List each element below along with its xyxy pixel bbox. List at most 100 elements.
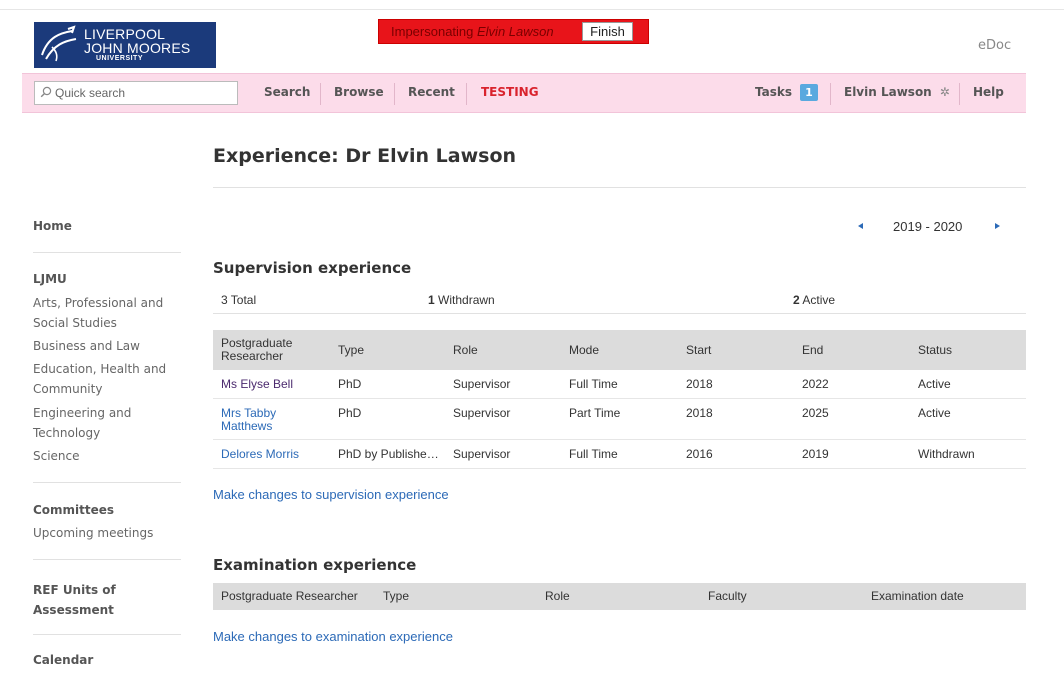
nav-help[interactable]: Help bbox=[973, 85, 1004, 99]
nav-divider bbox=[466, 83, 467, 105]
active-count: 2 bbox=[793, 293, 800, 307]
nav-divider bbox=[830, 83, 831, 105]
cell-mode: Part Time bbox=[569, 406, 621, 420]
column-header[interactable]: Type bbox=[338, 344, 364, 357]
university-logo[interactable]: LIVERPOOL JOHN MOORES UNIVERSITY bbox=[34, 22, 216, 68]
cell-mode: Full Time bbox=[569, 377, 618, 391]
sidebar-item-upcoming-meetings[interactable]: Upcoming meetings bbox=[33, 523, 183, 543]
cell-start: 2018 bbox=[686, 377, 713, 391]
finish-impersonation-button[interactable]: Finish bbox=[582, 22, 633, 41]
cell-type: PhD bbox=[338, 406, 362, 420]
table-row: Ms Elyse Bell PhD Supervisor Full Time 2… bbox=[213, 370, 1026, 399]
cell-end: 2022 bbox=[802, 377, 829, 391]
impersonation-text: Impersonating Elvin Lawson bbox=[391, 24, 554, 39]
nav-divider bbox=[394, 83, 395, 105]
search-icon bbox=[40, 86, 52, 98]
sidebar-item-science[interactable]: Science bbox=[33, 446, 183, 466]
cell-type: PhD by Publishe… bbox=[338, 447, 439, 461]
sidebar-item-arts[interactable]: Arts, Professional and Social Studies bbox=[33, 293, 183, 333]
column-header[interactable]: Examination date bbox=[871, 590, 964, 603]
nav-tasks[interactable]: Tasks bbox=[755, 85, 792, 99]
column-header[interactable]: Role bbox=[545, 590, 570, 603]
sidebar-home[interactable]: Home bbox=[33, 219, 72, 233]
column-header[interactable]: Postgraduate Researcher bbox=[221, 337, 311, 363]
impersonation-banner: Impersonating Elvin Lawson Finish bbox=[378, 19, 649, 44]
sidebar-item-education[interactable]: Education, Health and Community bbox=[33, 359, 183, 399]
cell-status: Active bbox=[918, 406, 951, 420]
supervision-summary: 3 Total 1 Withdrawn 2 Active bbox=[213, 288, 1026, 314]
nav-browse[interactable]: Browse bbox=[334, 85, 384, 99]
nav-testing[interactable]: TESTING bbox=[481, 85, 539, 99]
sidebar-heading-calendar[interactable]: Calendar bbox=[33, 653, 93, 667]
tasks-count-badge[interactable]: 1 bbox=[800, 84, 818, 101]
sidebar-item-engineering[interactable]: Engineering and Technology bbox=[33, 403, 183, 443]
user-name: Elvin Lawson bbox=[844, 85, 932, 99]
sidebar-divider bbox=[33, 482, 181, 483]
previous-year-arrow-icon[interactable] bbox=[858, 223, 863, 229]
column-header[interactable]: Type bbox=[383, 590, 409, 603]
sidebar-divider bbox=[33, 559, 181, 560]
cell-status: Withdrawn bbox=[918, 447, 975, 461]
sidebar-divider bbox=[33, 634, 181, 635]
cell-start: 2018 bbox=[686, 406, 713, 420]
logo-line-3: UNIVERSITY bbox=[96, 55, 144, 62]
column-header[interactable]: Postgraduate Researcher bbox=[221, 590, 358, 603]
researcher-link[interactable]: Mrs Tabby Matthews bbox=[221, 407, 301, 433]
supervision-table-header: Postgraduate Researcher Type Role Mode S… bbox=[213, 330, 1026, 370]
nav-recent[interactable]: Recent bbox=[408, 85, 455, 99]
user-menu[interactable]: Elvin Lawson ✲ bbox=[844, 85, 950, 99]
cell-role: Supervisor bbox=[453, 406, 511, 420]
nav-divider bbox=[959, 83, 960, 105]
withdrawn-label: Withdrawn bbox=[434, 293, 495, 307]
cell-status: Active bbox=[918, 377, 951, 391]
withdrawn-count: 1 bbox=[428, 293, 435, 307]
logo-line-2: JOHN MOORES bbox=[84, 40, 191, 56]
browser-top-strip bbox=[0, 0, 1064, 10]
supervision-section-title: Supervision experience bbox=[213, 259, 412, 277]
cell-type: PhD bbox=[338, 377, 362, 391]
liver-bird-icon bbox=[41, 25, 77, 62]
summary-active: 2 Active bbox=[793, 293, 835, 307]
column-header[interactable]: Mode bbox=[569, 344, 599, 357]
nav-search[interactable]: Search bbox=[264, 85, 310, 99]
gear-icon: ✲ bbox=[939, 85, 950, 99]
top-navigation: Quick search Search Browse Recent TESTIN… bbox=[22, 73, 1026, 113]
cell-end: 2025 bbox=[802, 406, 829, 420]
quick-search-placeholder: Quick search bbox=[55, 86, 126, 100]
change-examination-link[interactable]: Make changes to examination experience bbox=[213, 629, 453, 644]
change-supervision-link[interactable]: Make changes to supervision experience bbox=[213, 487, 449, 502]
summary-total: 3 Total bbox=[221, 293, 257, 307]
quick-search-input[interactable]: Quick search bbox=[34, 81, 238, 105]
academic-year: 2019 - 2020 bbox=[893, 219, 963, 234]
impersonation-prefix: Impersonating bbox=[391, 24, 477, 39]
page-title: Experience: Dr Elvin Lawson bbox=[213, 145, 517, 167]
table-row: Delores Morris PhD by Publishe… Supervis… bbox=[213, 440, 1026, 469]
column-header[interactable]: Start bbox=[686, 344, 711, 357]
next-year-arrow-icon[interactable] bbox=[995, 223, 1000, 229]
examination-table-header: Postgraduate Researcher Type Role Facult… bbox=[213, 583, 1026, 610]
column-header[interactable]: Faculty bbox=[708, 590, 747, 603]
sidebar-divider bbox=[33, 252, 181, 253]
column-header[interactable]: Status bbox=[918, 344, 952, 357]
examination-section-title: Examination experience bbox=[213, 556, 417, 574]
cell-role: Supervisor bbox=[453, 377, 511, 391]
sidebar-heading-committees: Committees bbox=[33, 503, 115, 517]
summary-withdrawn: 1 Withdrawn bbox=[428, 293, 495, 307]
cell-mode: Full Time bbox=[569, 447, 618, 461]
table-row: Mrs Tabby Matthews PhD Supervisor Part T… bbox=[213, 399, 1026, 440]
cell-end: 2019 bbox=[802, 447, 829, 461]
cell-role: Supervisor bbox=[453, 447, 511, 461]
impersonated-user: Elvin Lawson bbox=[477, 24, 554, 39]
column-header[interactable]: Role bbox=[453, 344, 478, 357]
researcher-link[interactable]: Ms Elyse Bell bbox=[221, 378, 293, 391]
sidebar-heading-ref[interactable]: REF Units of Assessment bbox=[33, 580, 153, 620]
researcher-link[interactable]: Delores Morris bbox=[221, 448, 299, 461]
active-label: Active bbox=[799, 293, 836, 307]
sidebar-item-business-law[interactable]: Business and Law bbox=[33, 336, 183, 356]
app-name: eDoc bbox=[978, 38, 1012, 53]
cell-start: 2016 bbox=[686, 447, 713, 461]
nav-divider bbox=[320, 83, 321, 105]
sidebar-heading-ljmu: LJMU bbox=[33, 272, 67, 286]
column-header[interactable]: End bbox=[802, 344, 823, 357]
title-divider bbox=[213, 187, 1026, 188]
